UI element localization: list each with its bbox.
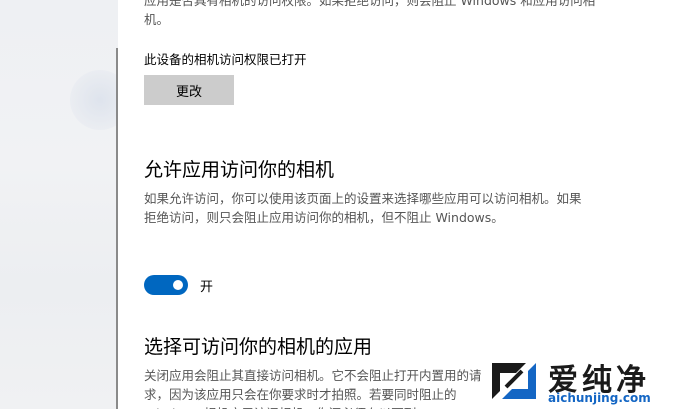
- choose-apps-description: 关闭应用会阻止其直接访问相机。它不会阻止打开内置用的请求，因为该应用只会在你要求…: [144, 368, 482, 409]
- settings-content: 应用是否具有相机的访问权限。如果拒绝访问，则会阻止 Windows 和应用访问相…: [118, 0, 675, 409]
- device-access-status: 此设备的相机访问权限已打开: [144, 52, 307, 67]
- toggle-state-label: 开: [200, 280, 214, 295]
- allow-apps-heading: 允许应用访问你的相机: [144, 159, 335, 181]
- allow-apps-description: 如果允许访问，你可以使用该页面上的设置来选择哪些应用可以访问相机。如果拒绝访问，…: [144, 191, 582, 225]
- intro-description: 应用是否具有相机的访问权限。如果拒绝访问，则会阻止 Windows 和应用访问相…: [144, 0, 596, 27]
- sidebar-pane: [0, 0, 130, 409]
- change-button[interactable]: 更改: [144, 75, 234, 105]
- toggle-knob: [173, 280, 183, 290]
- allow-apps-toggle[interactable]: [144, 275, 188, 295]
- watermark-logo-icon: [492, 363, 536, 399]
- watermark-url: aichunjing.com: [548, 391, 651, 405]
- choose-apps-heading: 选择可访问你的相机的应用: [144, 336, 373, 358]
- watermark: 爱纯净 aichunjing.com: [482, 353, 675, 409]
